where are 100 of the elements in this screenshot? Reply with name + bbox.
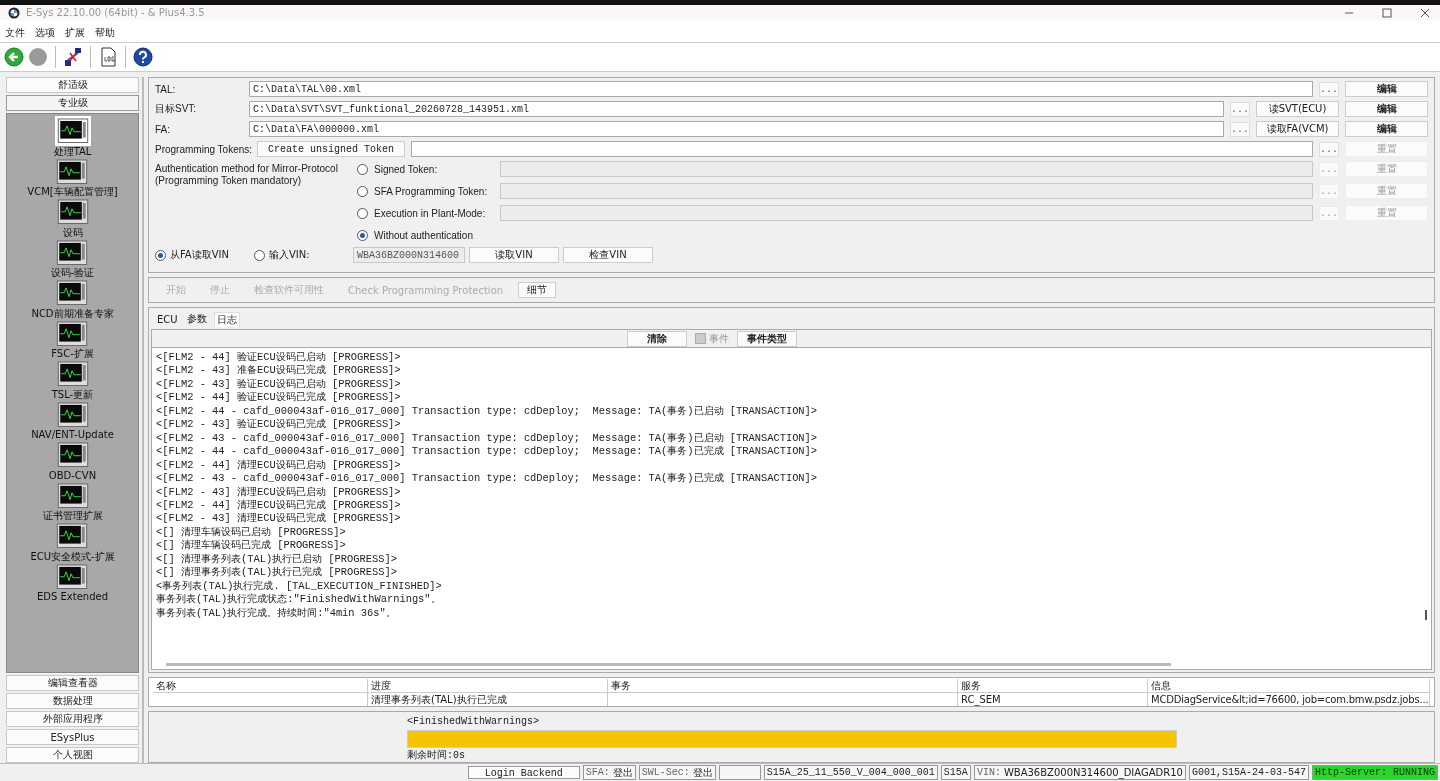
auth-label: (Programming Token mandatory) (155, 175, 302, 187)
radio-button[interactable] (357, 207, 368, 219)
log-line: <[FLM2 - 43] 清理ECU设码已完成 [PROGRESS]> (156, 512, 401, 526)
log-line: 事务列表(TAL)执行完成。持续时间:"4min 36s"。 (156, 606, 396, 621)
remaining-time: 剩余时间:0s (407, 750, 466, 762)
column-header[interactable]: 信息 (1148, 679, 1430, 692)
help-icon[interactable] (133, 47, 153, 67)
field-label: Programming Tokens: (155, 143, 254, 155)
close-button[interactable] (1420, 7, 1430, 18)
token-field[interactable] (411, 141, 1313, 157)
view-button[interactable]: ESysPlus (6, 729, 139, 745)
window-title: E-Sys 22.10.00 (64bit) - & Plus4.3.5 (26, 7, 205, 18)
maximize-button[interactable] (1382, 7, 1392, 18)
status-label: VIN: (976, 765, 1001, 779)
edit-button[interactable]: 编辑 (1345, 101, 1428, 117)
status-value: 登出 (692, 765, 713, 779)
path-field[interactable]: C:\Data\TAL\00.xml (249, 81, 1313, 97)
status-value: 登出 (612, 765, 633, 779)
browse-button[interactable]: ... (1319, 141, 1339, 157)
menu-item[interactable]: 文件 (5, 26, 25, 40)
menu-item[interactable]: 扩展 (65, 26, 85, 40)
field-label: TAL: (155, 83, 177, 95)
log-line: <[FLM2 - 43] 验证ECU设码已完成 [PROGRESS]> (156, 418, 401, 432)
log-line: <[FLM2 - 44 - cafd_000043af-016_017_000] Transaction type: cdDeploy; Message: TA(事务)已启动 [TRANSACTION]> (156, 404, 818, 418)
table-cell: RC_SEM (958, 693, 1148, 706)
browse-button[interactable]: ... (1230, 121, 1250, 137)
view-button[interactable]: 外部应用程序 (6, 711, 139, 727)
radio-button[interactable] (357, 163, 368, 175)
tool-label[interactable]: NAV/ENT-Update (31, 429, 114, 440)
path-field[interactable]: C:\Data\SVT\SVT_funktional_20260728_143951.xml (249, 101, 1224, 117)
progress-status: <FinishedWithWarnings> (407, 716, 541, 728)
create-token-button[interactable]: Create unsigned Token (257, 141, 405, 157)
table-cell: 清理事务列表(TAL)执行已完成 (368, 693, 608, 706)
log-line: <[FLM2 - 44] 清理ECU设码已启动 [PROGRESS]> (156, 458, 401, 473)
auth-label: Authentication method for Mirror-Protocol (155, 163, 339, 175)
scrollbar-thumb[interactable] (1425, 610, 1427, 620)
log-line: <[] 清理车辆设码已完成 [PROGRESS]> (156, 539, 346, 553)
tool-label[interactable]: OBD-CVN (48, 469, 97, 481)
column-header[interactable]: 服务 (958, 679, 1148, 692)
level-button[interactable]: 舒适级 (6, 77, 139, 93)
log-line: <[FLM2 - 44] 清理ECU设码已完成 [PROGRESS]> (156, 499, 401, 512)
option-label[interactable]: Signed Token: (374, 163, 494, 175)
scrollbar-thumb[interactable] (166, 663, 1171, 666)
radio-button[interactable] (357, 229, 368, 241)
tool-label[interactable]: 处理TAL (53, 145, 92, 157)
tool-label[interactable]: EDS Extended (36, 591, 108, 602)
option-label[interactable]: Execution in Plant-Mode: (374, 207, 494, 219)
network-icon[interactable] (63, 47, 83, 67)
read-button[interactable]: 读取FA(VCM) (1256, 121, 1339, 137)
tool-label[interactable]: NCD前期准备专家 (31, 307, 114, 319)
log-line: <事务列表(TAL)执行完成. [TAL_EXECUTION_FINISHED]> (156, 579, 442, 593)
view-button[interactable]: 数据处理 (6, 693, 139, 709)
log-line: <[FLM2 - 43] 清理ECU设码已启动 [PROGRESS]> (156, 485, 401, 499)
login-button[interactable]: Login Backend (467, 765, 580, 779)
level-button[interactable]: 专业级 (6, 95, 139, 111)
tool-label[interactable]: 设码 (62, 226, 83, 238)
tool-label[interactable]: TSL-更新 (51, 388, 94, 400)
view-button[interactable]: 编辑查看器 (6, 675, 139, 691)
table-cell: MCDDiagService&lt;id=76600, job=com.bmw.psdz.jobs... (1148, 693, 1430, 706)
column-header[interactable]: 名称 (153, 679, 368, 692)
tool-label[interactable]: VCM[车辆配置管理] (27, 186, 118, 197)
server-status: Http-Server: RUNNING (1311, 764, 1438, 780)
edit-button[interactable]: 编辑 (1345, 81, 1428, 97)
column-header[interactable]: 进度 (368, 679, 608, 692)
field-label: 目标SVT: (155, 102, 198, 116)
option-label[interactable]: SFA Programming Token: (374, 185, 494, 197)
column-header[interactable]: 事务 (608, 679, 958, 692)
document-icon[interactable] (98, 47, 118, 67)
log-line: <[FLM2 - 44] 验证ECU设码已完成 [PROGRESS]> (156, 391, 401, 405)
log-line: <[FLM2 - 43 - cafd_000043af-016_017_000] Transaction type: cdDeploy; Message: TA(事务)已完成 [TRANSACTION]> (156, 472, 818, 486)
path-field[interactable]: C:\Data\FA\000000.xml (249, 121, 1224, 137)
status-label: SFA: (585, 765, 610, 779)
tool-label[interactable]: ECU安全模式-扩展 (30, 550, 115, 562)
status-label: SWL-Sec: (641, 765, 690, 779)
menu-item[interactable]: 帮助 (95, 26, 115, 40)
radio-button[interactable] (357, 185, 368, 197)
log-button[interactable]: 事件类型 (736, 330, 797, 347)
field-label: FA: (155, 123, 171, 135)
read-button[interactable]: 读SVT(ECU) (1256, 101, 1339, 117)
tool-label[interactable]: FSC-扩展 (51, 348, 94, 359)
tool-label[interactable]: 设码-验证 (50, 267, 95, 278)
tab[interactable]: 日志 (213, 311, 240, 327)
log-line: 事务列表(TAL)执行完成状态:"FinishedWithWarnings"。 (156, 593, 441, 607)
log-line: <[FLM2 - 43 - cafd_000043af-016_017_000] Transaction type: cdDeploy; Message: TA(事务)已启动 [TRANSACTION]> (156, 431, 818, 445)
tool-label[interactable]: 证书管理扩展 (42, 510, 103, 521)
log-line: <[FLM2 - 43] 验证ECU设码已启动 [PROGRESS]> (156, 377, 401, 391)
edit-button[interactable]: 编辑 (1345, 121, 1428, 137)
log-button[interactable]: 清除 (626, 330, 687, 347)
option-label[interactable]: Without authentication (374, 229, 494, 241)
action-button[interactable]: 细节 (518, 282, 557, 298)
log-line: <[] 清理车辆设码已启动 [PROGRESS]> (156, 525, 346, 539)
browse-button[interactable]: ... (1319, 81, 1339, 97)
tab[interactable]: 参数 (184, 312, 209, 326)
monitor-icon[interactable] (54, 116, 91, 146)
log-line: <[FLM2 - 44 - cafd_000043af-016_017_000] Transaction type: cdDeploy; Message: TA(事务)已完成 [TRANSACTION]> (156, 445, 818, 459)
browse-button[interactable]: ... (1230, 101, 1250, 117)
tab[interactable]: ECU (155, 313, 180, 325)
menu-item[interactable]: 选项 (35, 26, 55, 40)
view-button[interactable]: 个人视图 (6, 747, 139, 763)
log-line: <[] 清理事务列表(TAL)执行已启动 [PROGRESS]> (156, 552, 397, 566)
